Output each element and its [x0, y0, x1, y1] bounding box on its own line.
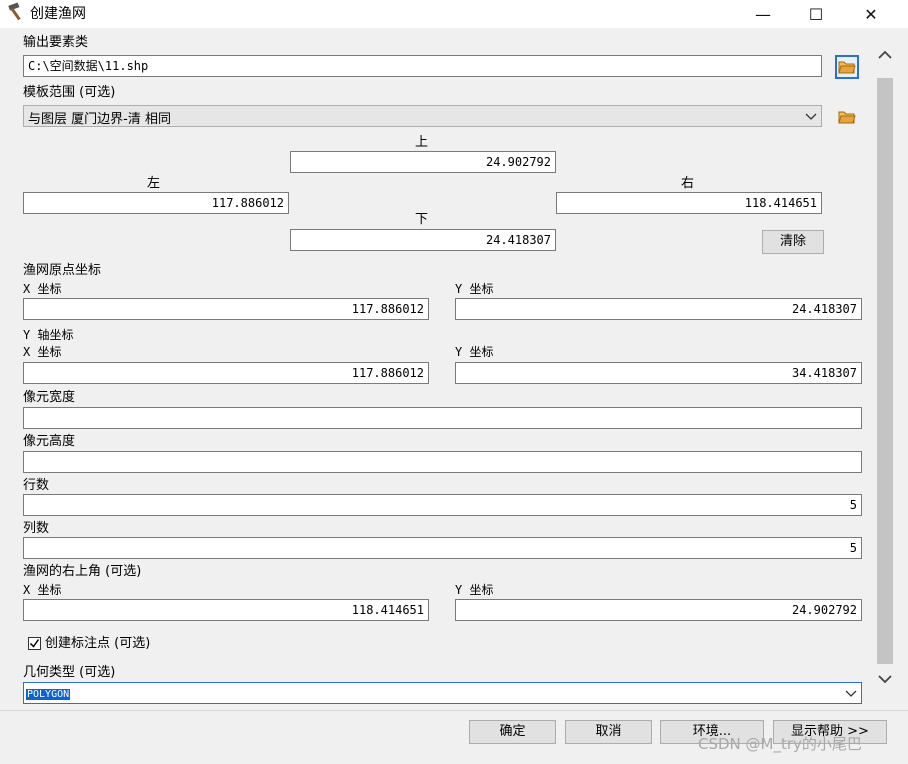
checkmark-icon — [29, 639, 40, 648]
yaxis-y-input[interactable]: 34.418307 — [455, 362, 862, 384]
extent-bottom-input[interactable]: 24.418307 — [290, 229, 556, 251]
scroll-down-icon[interactable] — [877, 672, 893, 686]
extent-left-input[interactable]: 117.886012 — [23, 192, 289, 214]
footer-separator — [0, 710, 908, 711]
template-combo-value: 与图层 厦门边界-清 相同 — [28, 112, 171, 127]
corner-y-input[interactable]: 24.902792 — [455, 599, 862, 621]
origin-label: 渔网原点坐标 — [23, 263, 102, 278]
scroll-up-icon[interactable] — [877, 48, 893, 62]
template-label: 模板范围 (可选) — [23, 85, 116, 100]
yaxis-x-input[interactable]: 117.886012 — [23, 362, 429, 384]
cell-height-label: 像元高度 — [23, 434, 76, 449]
origin-y-input[interactable]: 24.418307 — [455, 298, 862, 320]
maximize-button[interactable]: ☐ — [793, 0, 839, 28]
template-combo[interactable]: 与图层 厦门边界-清 相同 — [23, 105, 822, 127]
clear-button[interactable]: 清除 — [762, 230, 824, 254]
rows-label: 行数 — [23, 478, 50, 493]
cancel-button[interactable]: 取消 — [565, 720, 652, 744]
watermark-text: CSDN @M_try的小尾巴 — [698, 735, 862, 753]
extent-left-label: 左 — [147, 176, 161, 191]
geometry-combo-value: POLYGON — [26, 689, 71, 700]
corner-x-label: X 坐标 — [23, 583, 62, 597]
close-button[interactable]: ✕ — [848, 0, 894, 28]
minimize-button[interactable]: — — [740, 0, 786, 28]
chevron-down-icon — [805, 113, 817, 120]
create-labels-label: 创建标注点 (可选) — [45, 636, 151, 651]
chevron-down-icon — [845, 690, 857, 697]
corner-y-label: Y 坐标 — [455, 583, 494, 597]
hammer-icon — [8, 2, 21, 21]
cols-input[interactable]: 5 — [23, 537, 862, 559]
folder-open-icon — [838, 61, 856, 74]
ok-button[interactable]: 确定 — [469, 720, 556, 744]
origin-x-label: X 坐标 — [23, 282, 62, 296]
folder-open-icon — [838, 111, 856, 124]
extent-top-input[interactable]: 24.902792 — [290, 151, 556, 173]
extent-right-input[interactable]: 118.414651 — [556, 192, 822, 214]
origin-y-label: Y 坐标 — [455, 282, 494, 296]
yaxis-x-label: X 坐标 — [23, 345, 62, 359]
corner-label: 渔网的右上角 (可选) — [23, 564, 142, 579]
cols-label: 列数 — [23, 521, 50, 536]
yaxis-label: Y 轴坐标 — [23, 328, 74, 342]
corner-x-input[interactable]: 118.414651 — [23, 599, 429, 621]
cell-width-input[interactable] — [23, 407, 862, 429]
cell-width-label: 像元宽度 — [23, 390, 76, 405]
extent-top-label: 上 — [415, 135, 429, 150]
rows-input[interactable]: 5 — [23, 494, 862, 516]
browse-output-button[interactable] — [835, 55, 859, 79]
geometry-combo[interactable]: POLYGON — [23, 682, 862, 704]
geometry-label: 几何类型 (可选) — [23, 665, 116, 680]
output-path-input[interactable]: C:\空间数据\11.shp — [23, 55, 822, 77]
scrollbar-thumb[interactable] — [877, 78, 893, 664]
browse-template-button[interactable] — [835, 105, 859, 129]
extent-bottom-label: 下 — [415, 212, 429, 227]
extent-right-label: 右 — [681, 176, 695, 191]
yaxis-y-label: Y 坐标 — [455, 345, 494, 359]
origin-x-input[interactable]: 117.886012 — [23, 298, 429, 320]
cell-height-input[interactable] — [23, 451, 862, 473]
create-labels-checkbox[interactable] — [28, 637, 41, 650]
window-title: 创建渔网 — [30, 6, 86, 22]
output-label: 输出要素类 — [23, 35, 89, 50]
